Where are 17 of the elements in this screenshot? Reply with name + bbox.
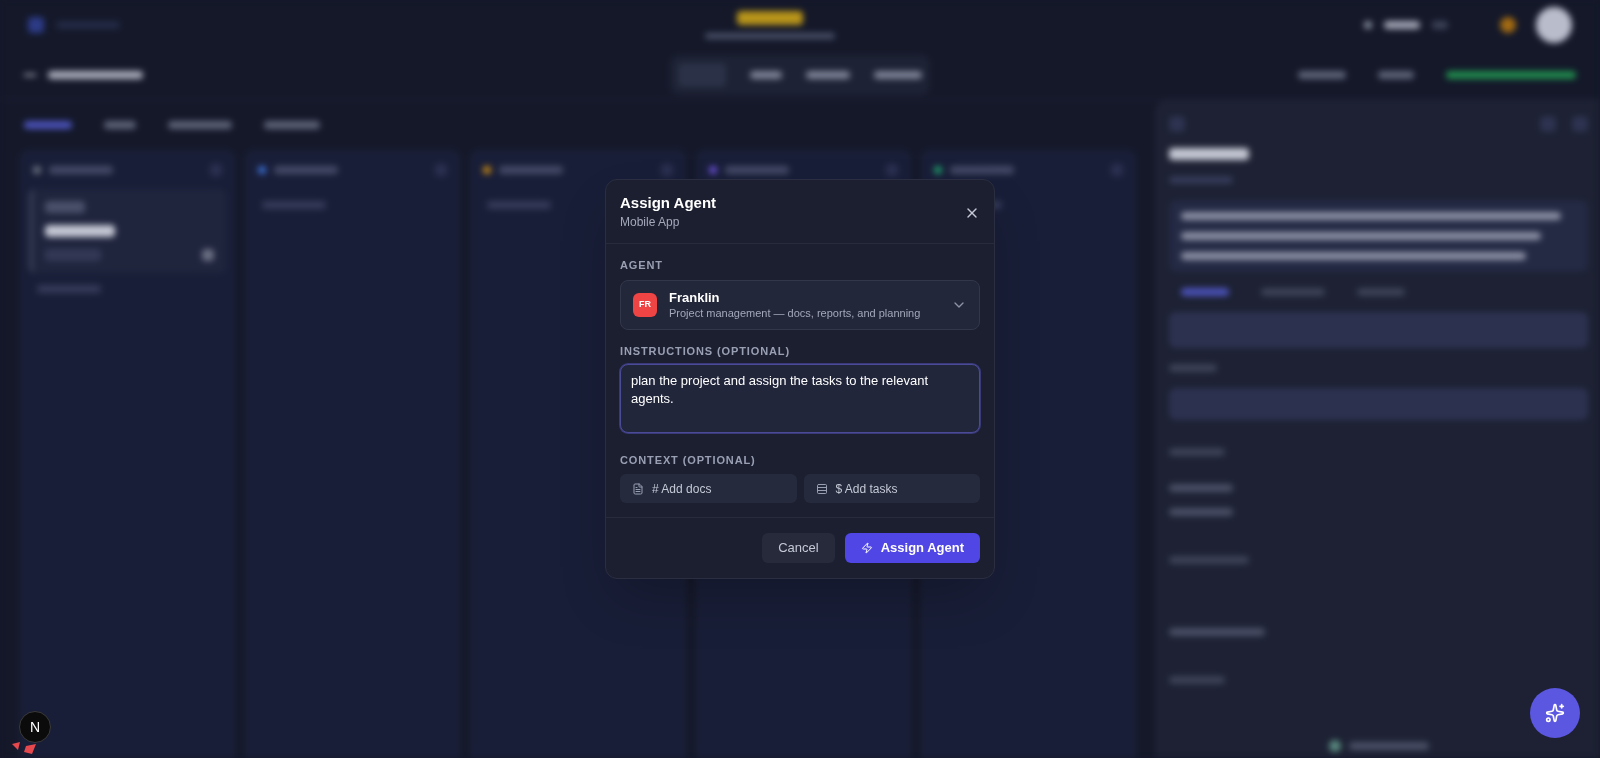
- agent-avatar: FR: [633, 293, 657, 317]
- marker-icon: [12, 742, 38, 754]
- bolt-icon: [860, 542, 873, 554]
- add-context-button[interactable]: # Add docs: [620, 474, 797, 503]
- assign-agent-button[interactable]: Assign Agent: [844, 533, 980, 563]
- list-icon: [815, 482, 828, 495]
- add-context-button[interactable]: $ Add tasks: [803, 474, 980, 503]
- agent-select[interactable]: FR Franklin Project management — docs, reports, and planning: [620, 280, 980, 330]
- agent-label: AGENT: [620, 258, 664, 272]
- cancel-button[interactable]: Cancel: [762, 533, 835, 563]
- dialog-subtitle: Mobile App: [620, 214, 681, 230]
- instructions-label: INSTRUCTIONS (OPTIONAL): [620, 344, 791, 358]
- dialog-title: Assign Agent: [620, 193, 717, 213]
- document-icon: [632, 482, 644, 495]
- sparkle-icon: [1545, 703, 1565, 723]
- instructions-field[interactable]: plan the project and assign the tasks to the relevant agents.: [620, 364, 980, 433]
- context-label: CONTEXT (OPTIONAL): [620, 453, 757, 467]
